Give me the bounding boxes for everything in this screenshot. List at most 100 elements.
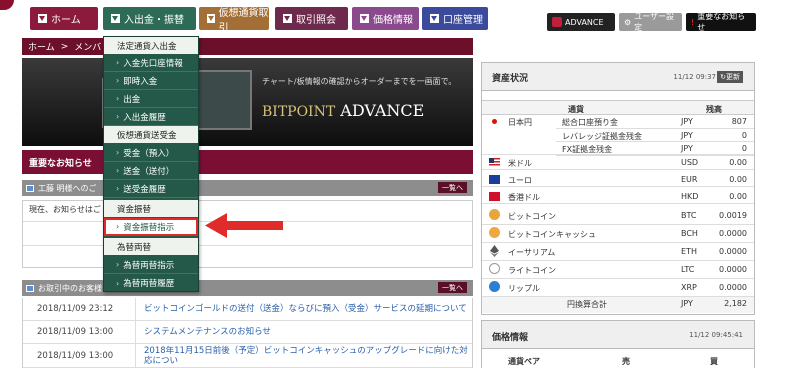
table-row: 2018/11/09 23:12 ビットコインゴールドの送付（送金）ならびに預入（…	[23, 298, 472, 321]
user-settings-button[interactable]: ⚙ ユーザー設定	[619, 12, 682, 32]
news-link[interactable]: 2018年11月15日前後（予定）ビットコインキャッシュのアップグレードに向けた…	[135, 344, 472, 367]
total-value: 2,182	[724, 299, 747, 308]
currency-code: ETH	[681, 247, 697, 256]
divider	[23, 245, 472, 246]
hong-kong-flag-icon	[489, 192, 500, 201]
banner-brand-advance: ADVANCE	[340, 101, 425, 120]
currency-code: LTC	[681, 265, 695, 274]
nav-account[interactable]: 口座管理	[422, 7, 488, 30]
eu-flag-icon	[489, 175, 500, 184]
col-buy: 買	[710, 357, 718, 366]
chevron-right-icon: ›	[116, 94, 120, 103]
balance-value: 0.00	[729, 175, 747, 184]
news-link[interactable]: システムメンテナンスのお知らせ	[135, 321, 472, 343]
sub-account-label: FX証拠金残金	[562, 145, 613, 154]
balance-value: 0	[741, 144, 747, 153]
notices-subheader: 工藤 明様へのご 一覧へ	[22, 180, 473, 196]
menu-item-label: 為替両替指示	[123, 260, 175, 271]
currency-name: 日本円	[508, 118, 532, 127]
sub-account-label: 総合口座預り金	[562, 118, 618, 127]
sub-account-label: レバレッジ証拠金残金	[562, 131, 642, 141]
balance-value: 0.0000	[719, 283, 747, 292]
ripple-icon	[489, 281, 500, 292]
menu-item-withdraw[interactable]: › 出金	[104, 90, 198, 108]
total-label: 円換算合計	[567, 300, 607, 309]
currency-code: EUR	[681, 175, 698, 184]
nav-price-label: 価格情報	[373, 15, 413, 26]
balance-value: 0.0000	[719, 247, 747, 256]
customer-more-button[interactable]: 一覧へ	[438, 282, 467, 293]
menu-item-label: 資金振替指示	[123, 222, 175, 233]
advance-banner[interactable]: チャート/板情報の確認からオーダーまでを一画面で。 BITPOINT ADVAN…	[22, 58, 473, 146]
triangle-down-icon	[111, 14, 120, 23]
currency-name: リップル	[508, 284, 540, 293]
balance-value: 0.0019	[719, 211, 747, 220]
currency-name: ビットコインキャッシュ	[508, 230, 596, 239]
balance-value: 0.00	[729, 192, 747, 201]
currency-name: ビットコイン	[508, 212, 556, 221]
nav-crypto-trade[interactable]: 仮想通貨取引	[199, 7, 269, 34]
notices-more-button[interactable]: 一覧へ	[438, 182, 467, 193]
currency-code: XRP	[681, 283, 697, 292]
menu-header-fiat: 法定通貨入出金	[104, 37, 198, 54]
top-navigation: ホーム 入出金・振替 仮想通貨取引 取引照会 価格情報 口座管理 ADVANCE…	[0, 0, 800, 38]
balance-value: 0.0000	[719, 265, 747, 274]
currency-code: HKD	[681, 192, 699, 201]
nav-home[interactable]: ホーム	[30, 7, 98, 30]
menu-item-label: 為替両替履歴	[123, 279, 175, 289]
menu-item-receive[interactable]: › 受金（預入）	[104, 144, 198, 162]
triangle-down-icon	[38, 14, 47, 23]
table-row: ビットコインキャッシュ BCH 0.0000	[482, 225, 754, 243]
menu-item-label: 入金先口座情報	[123, 58, 183, 69]
nav-price-info[interactable]: 価格情報	[352, 7, 419, 30]
menu-item-label: 入出金履歴	[123, 112, 166, 123]
menu-item-deposit-history[interactable]: › 入出金履歴	[104, 108, 198, 126]
important-notice-button[interactable]: ! 重要なお知らせ	[686, 12, 756, 32]
menu-header-fund-transfer: 資金振替	[104, 200, 198, 217]
nav-deposit-transfer[interactable]: 入出金・振替	[103, 7, 196, 30]
nav-crypto-label: 仮想通貨取引	[218, 7, 269, 34]
triangle-down-icon	[360, 14, 369, 23]
menu-header-crypto: 仮想通貨送受金	[104, 126, 198, 143]
menu-item-transfer-history[interactable]: › 送受金履歴	[104, 180, 198, 198]
nav-trade-label: 取引照会	[296, 15, 336, 26]
currency-name: イーサリアム	[508, 248, 556, 257]
menu-header-exchange: 為替両替	[104, 238, 198, 255]
asset-status-timestamp: 11/12 09:37	[673, 73, 716, 81]
customer-news-list: 2018/11/09 23:12 ビットコインゴールドの送付（送金）ならびに預入（…	[22, 298, 473, 368]
asset-status-panel: 資産状況 11/12 09:37 ↻ 更新 通貨 残高 日本円 総合口座預り金 JP…	[481, 62, 755, 315]
table-row: 総合口座預り金 JPY 807	[556, 115, 754, 129]
menu-item-send[interactable]: › 送金（送付）	[104, 162, 198, 180]
ethereum-icon	[489, 245, 500, 257]
price-info-title: 価格情報	[492, 333, 529, 343]
menu-item-label: 送金（送付）	[123, 166, 175, 177]
customer-notices-subheader: お取引中のお客様 一覧へ	[22, 280, 473, 296]
triangle-down-icon	[207, 14, 215, 23]
asset-table-header: 通貨 残高	[482, 100, 754, 115]
nav-deposit-label: 入出金・振替	[124, 15, 184, 26]
menu-item-fund-transfer-instruction[interactable]: › 資金振替指示	[104, 218, 198, 236]
important-notices-header: 重要なお知らせ	[22, 150, 473, 174]
chevron-right-icon: ›	[116, 58, 120, 67]
banner-brand-bit: BITPOINT	[262, 104, 336, 120]
customer-subtitle: お取引中のお客様	[38, 283, 102, 293]
menu-item-exchange-history[interactable]: › 為替両替履歴	[104, 274, 198, 292]
advance-button[interactable]: ADVANCE	[547, 13, 615, 31]
table-row: 米ドル USD 0.00	[482, 156, 754, 170]
alert-icon: !	[691, 17, 695, 27]
menu-item-exchange-instruction[interactable]: › 為替両替指示	[104, 256, 198, 274]
refresh-button[interactable]: ↻ 更新	[717, 71, 743, 83]
currency-name: 香港ドル	[508, 193, 540, 202]
chevron-right-icon: ›	[116, 148, 120, 157]
chevron-right-icon: ›	[116, 112, 120, 121]
breadcrumb-home[interactable]: ホーム	[28, 40, 55, 53]
currency-code: JPY	[681, 299, 693, 308]
news-link[interactable]: ビットコインゴールドの送付（送金）ならびに預入（受金）サービスの延期について	[135, 298, 472, 320]
asset-status-header: 資産状況 11/12 09:37 ↻ 更新	[482, 63, 754, 91]
currency-name: 米ドル	[508, 159, 532, 168]
menu-item-deposit-account-info[interactable]: › 入金先口座情報	[104, 54, 198, 72]
menu-item-instant-deposit[interactable]: › 即時入金	[104, 72, 198, 90]
currency-name: ユーロ	[508, 176, 532, 185]
currency-code: JPY	[681, 144, 693, 153]
nav-trade-inquiry[interactable]: 取引照会	[275, 7, 348, 30]
